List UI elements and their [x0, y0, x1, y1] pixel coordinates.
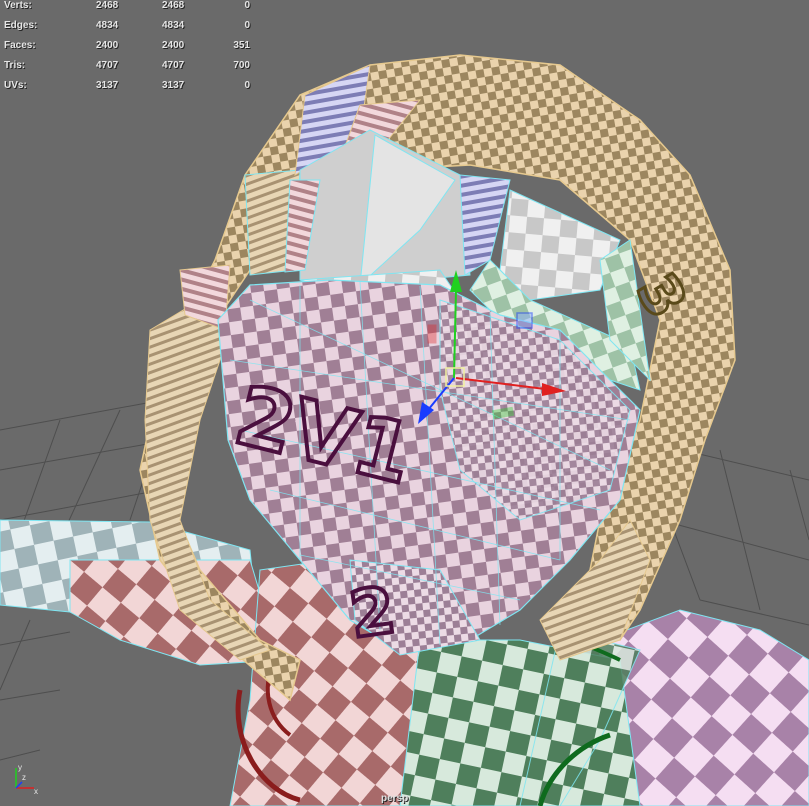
hud-row: Tris: 4707 4707 700 — [4, 60, 264, 80]
hud-row-value-2: 3137 — [162, 80, 185, 91]
hud-row-label: Edges: — [4, 20, 38, 31]
selected-component[interactable] — [516, 312, 533, 329]
camera-name-label: persp — [381, 793, 409, 804]
hud-row-value-3: 351 — [233, 40, 250, 51]
view-axis-indicator: y x z — [15, 763, 38, 796]
hud-row-value-2: 4834 — [162, 20, 185, 31]
manipulator-xy-plane[interactable] — [427, 324, 437, 344]
hud-row: Edges: 4834 4834 0 — [4, 20, 264, 40]
hud-row-label: Verts: — [4, 0, 32, 11]
viewport-3d[interactable]: 2V1 2 3 — [0, 0, 809, 806]
hud-row-value-1: 4707 — [96, 60, 119, 71]
hud-row-value-1: 2400 — [96, 40, 119, 51]
hud-row-value-2: 2400 — [162, 40, 185, 51]
hud-row-label: Tris: — [4, 60, 26, 71]
poly-count-hud: Verts: 2468 2468 0 Edges: 4834 4834 0 Faces: 2400… — [4, 0, 264, 100]
hud-row-value-1: 2468 — [96, 0, 119, 11]
hud-row-value-2: 4707 — [162, 60, 185, 71]
hud-row: Verts: 2468 2468 0 — [4, 0, 264, 20]
hud-row-value-3: 0 — [244, 0, 250, 11]
hud-row: UVs: 3137 3137 0 — [4, 80, 264, 100]
hud-row-value-2: 2468 — [162, 0, 185, 11]
hud-row-label: Faces: — [4, 40, 36, 51]
axis-y-label: y — [18, 763, 22, 772]
hud-row-value-1: 3137 — [96, 80, 119, 91]
hud-row: Faces: 2400 2400 351 — [4, 40, 264, 60]
hud-row-value-3: 0 — [244, 80, 250, 91]
hud-row-label: UVs: — [4, 80, 27, 91]
axis-z-label: z — [22, 773, 26, 782]
hud-row-value-3: 700 — [233, 60, 250, 71]
hud-row-value-3: 0 — [244, 20, 250, 31]
axis-z-line — [15, 781, 23, 789]
axis-x-label: x — [34, 787, 38, 796]
hud-row-value-1: 4834 — [96, 20, 119, 31]
